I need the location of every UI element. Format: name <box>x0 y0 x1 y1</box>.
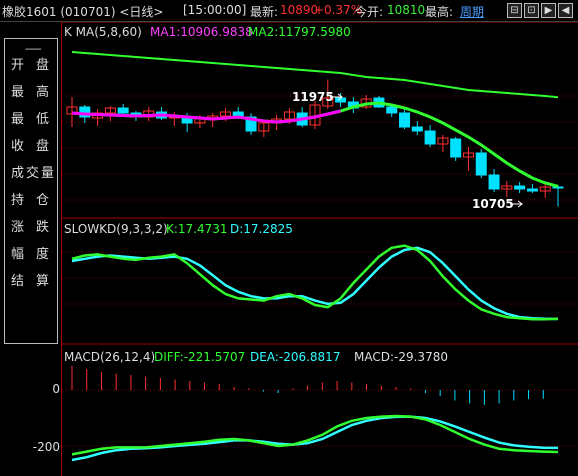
kd-legend-prefix: SLOWKD(9,3,3,2) <box>64 222 168 236</box>
high-annotation: 11975 <box>292 90 334 104</box>
quote-header: 橡胶1601 (010701) <日线> [15:00:00] 最新: 1089… <box>0 0 578 22</box>
volume-field: 成交量 <box>11 166 57 181</box>
instrument-title: 橡胶1601 (010701) <日线> <box>2 5 164 19</box>
open-field: 开盘 <box>11 58 62 73</box>
candle-down <box>450 138 462 158</box>
period-link[interactable]: 周期 <box>460 3 484 20</box>
price-legend-prefix: K MA(5,8,60) <box>64 25 142 39</box>
latest-label: 最新: <box>250 5 279 19</box>
kd-d-legend: D:17.2825 <box>230 222 293 236</box>
data-panel: ------ 开盘 最高 最低 收盘 成交量 持仓 涨跌 幅度 结算 <box>0 22 62 344</box>
macd-axis-area: 0 -200 <box>0 344 62 476</box>
macd-legend-prefix: MACD(26,12,4) <box>64 350 156 364</box>
candle-down <box>488 174 500 190</box>
macd-ytick-minus200: -200 <box>32 440 60 454</box>
latest-value: 10890 <box>280 3 319 17</box>
prev-arrow-icon[interactable]: ◀ <box>558 3 573 18</box>
chart-area[interactable]: K MA(5,8,60) MA1:10906.9838 MA2:11797.59… <box>62 22 578 476</box>
quote-time: [15:00:00] <box>183 3 247 17</box>
macd-ytick-zero: 0 <box>52 382 60 396</box>
macd-diff-legend: DIFF:-221.5707 <box>154 350 246 364</box>
data-panel-box: ------ 开盘 最高 最低 收盘 成交量 持仓 涨跌 幅度 结算 <box>4 38 58 344</box>
high-label: 最高: <box>425 5 454 19</box>
macd-value-legend: MACD:-29.3780 <box>354 350 448 364</box>
close-field: 收盘 <box>11 139 62 154</box>
settlement-field: 结算 <box>11 274 62 289</box>
macd-diff-line <box>71 414 559 456</box>
candle-down <box>399 112 411 128</box>
change-field: 涨跌 <box>11 220 62 235</box>
candle-down <box>526 188 538 192</box>
minimize-icon[interactable]: ⊟ <box>507 3 522 18</box>
restore-icon[interactable]: ⊡ <box>524 3 539 18</box>
next-arrow-icon[interactable]: ▶ <box>541 3 556 18</box>
candle-down <box>475 152 487 176</box>
kd-k-legend: K:17.4731 <box>166 222 228 236</box>
candle-down <box>411 126 423 132</box>
candle-down <box>117 107 129 114</box>
low-field: 最低 <box>11 112 62 127</box>
high-field: 最高 <box>11 85 62 100</box>
kd-k-line <box>71 244 559 321</box>
ma1-legend: MA1:10906.9838 <box>150 25 253 39</box>
amplitude-field: 幅度 <box>11 247 62 262</box>
macd-dea-legend: DEA:-206.8817 <box>250 350 341 364</box>
open-label: 今开: <box>355 5 384 19</box>
ma2-legend: MA2:11797.5980 <box>248 25 351 39</box>
candle-down <box>514 185 526 190</box>
open-interest-field: 持仓 <box>11 193 62 208</box>
candle-down <box>552 186 564 189</box>
open-value: 10810 <box>387 3 426 17</box>
candle-down <box>386 106 398 114</box>
low-annotation: 10705 <box>472 197 514 211</box>
candle-down <box>424 130 436 145</box>
